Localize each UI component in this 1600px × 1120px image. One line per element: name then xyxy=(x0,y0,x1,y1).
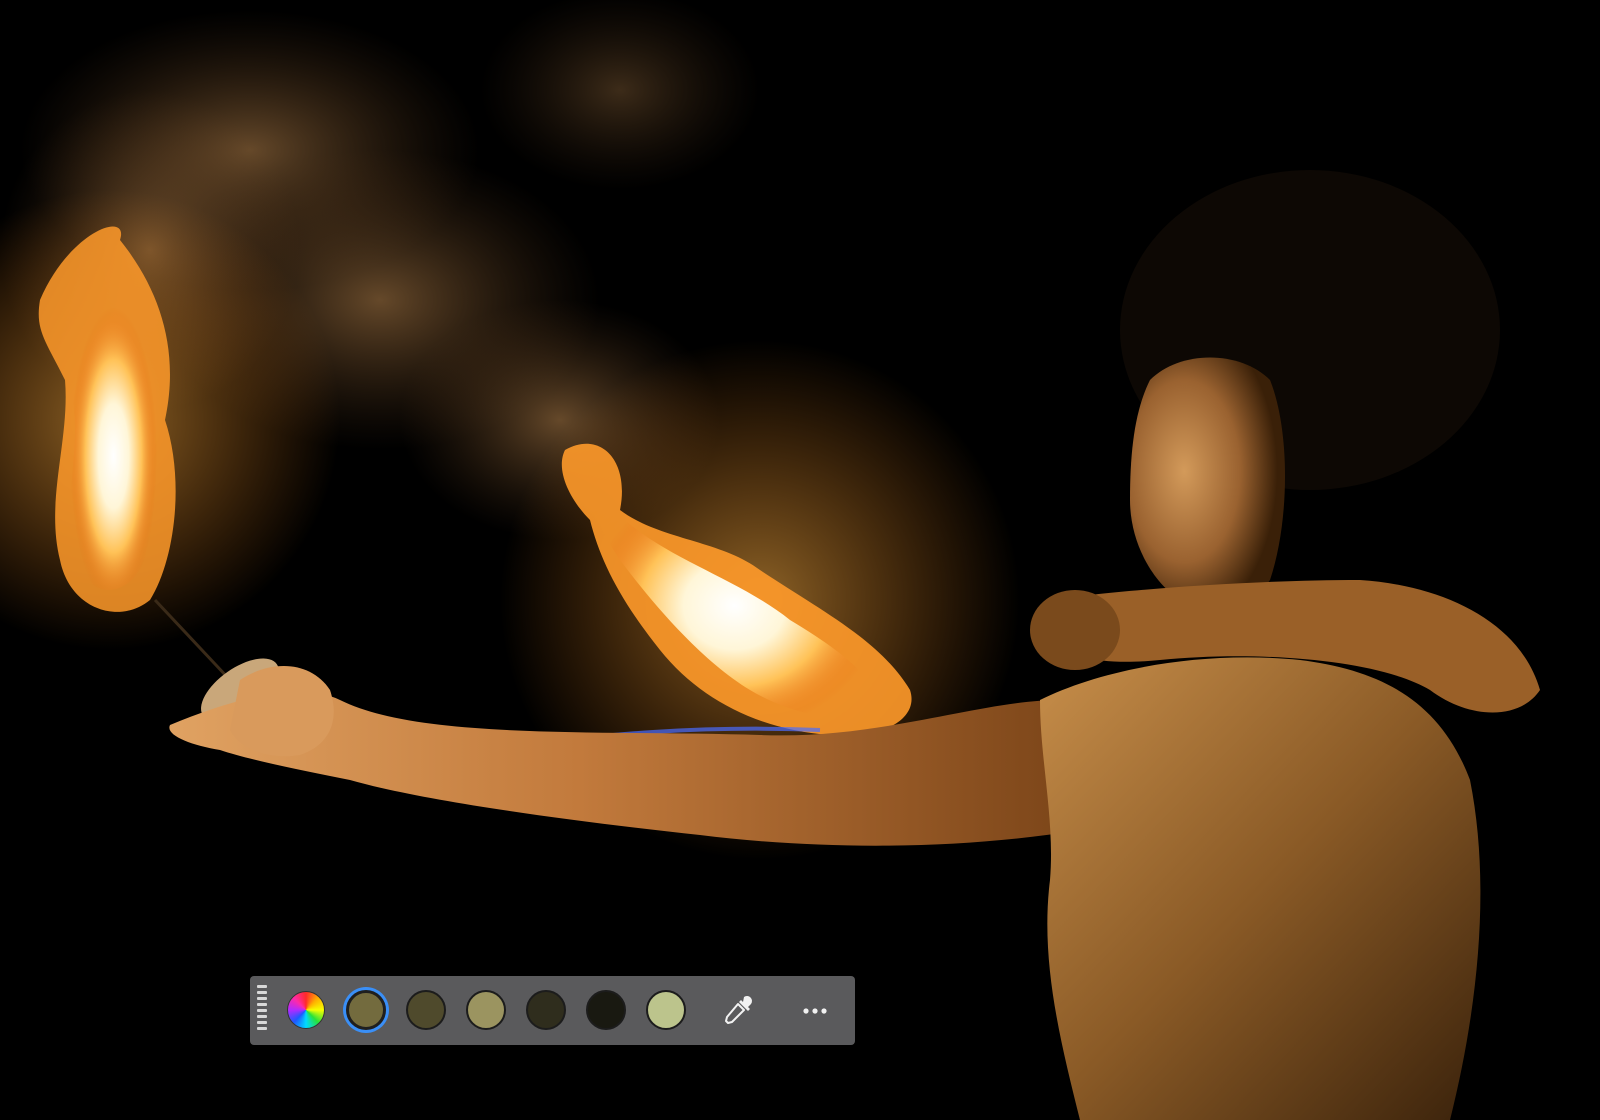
dancer-face xyxy=(1130,357,1285,611)
photo-canvas xyxy=(0,0,1600,1120)
color-wheel-icon[interactable] xyxy=(287,991,325,1029)
dancer-torso xyxy=(1040,657,1481,1120)
fire-dancer-photo xyxy=(0,0,1540,1120)
color-swatch[interactable] xyxy=(406,990,446,1030)
color-palette-toolbar xyxy=(250,976,855,1045)
drag-handle-icon[interactable] xyxy=(257,985,267,1037)
eyedropper-icon[interactable] xyxy=(720,992,756,1028)
color-swatch[interactable] xyxy=(646,990,686,1030)
more-options-icon[interactable] xyxy=(796,992,836,1028)
color-swatch[interactable] xyxy=(346,990,386,1030)
color-swatch[interactable] xyxy=(526,990,566,1030)
color-swatch[interactable] xyxy=(586,990,626,1030)
color-swatch[interactable] xyxy=(466,990,506,1030)
